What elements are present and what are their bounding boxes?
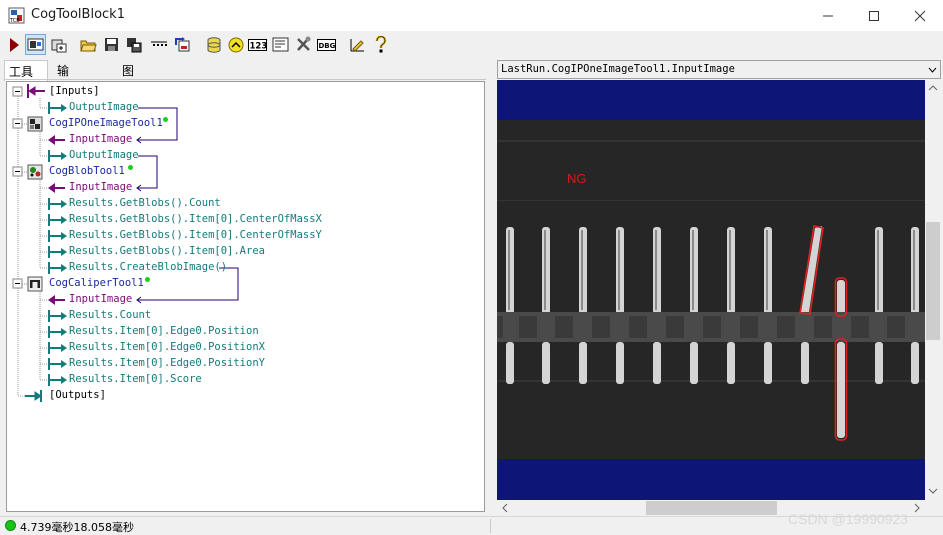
tool-status-ok-icon [145,277,150,282]
minimize-button[interactable] [805,0,851,31]
tree-input-output-image[interactable]: OutputImage [69,101,139,114]
chevron-down-icon [928,67,936,73]
status-ok-icon [5,520,16,531]
image-source-selector[interactable]: LastRun.CogIPOneImageTool1.InputImage [497,60,941,79]
tab-tools[interactable]: 工具 [4,60,48,81]
image-display[interactable]: NG [497,80,925,500]
save-button[interactable] [101,34,122,55]
open-button[interactable] [78,34,99,55]
toolbar: 123 DBG [0,31,943,58]
tree-blob-output[interactable]: Results.GetBlobs().Item[0].CenterOfMassX [69,213,322,226]
save-copy-icon [126,37,141,52]
database-button[interactable] [203,34,224,55]
debug-button[interactable]: DBG [316,34,337,55]
inspection-image: NG [497,120,925,459]
tree-inputs[interactable]: [Inputs] [49,85,100,98]
tree-caliper-input[interactable]: InputImage [69,293,132,306]
status-divider [490,519,491,533]
maximize-button[interactable] [851,0,897,31]
links-icon [228,37,243,52]
tree-caliper-output[interactable]: Results.Count [69,309,151,322]
debug-icon: DBG [317,38,336,51]
terminal-icon [150,41,167,46]
numeric-button[interactable]: 123 [247,34,268,55]
tree-caliper-output[interactable]: Results.Item[0].Edge0.PositionX [69,341,265,354]
verdict-label: NG [567,171,587,186]
image-source-label: LastRun.CogIPOneImageTool1.InputImage [501,63,735,75]
tree-tool-blob[interactable]: CogBlobTool1 [49,165,125,178]
tree-tool-ipone[interactable]: CogIPOneImageTool1 [49,117,163,130]
close-icon [914,10,926,21]
show-image-button[interactable] [25,34,46,55]
tree-caliper-output[interactable]: Results.Item[0].Score [69,373,202,386]
scroll-corner [925,500,941,516]
save-copy-button[interactable] [123,34,144,55]
settings-icon [272,37,289,52]
tree-ipone-input[interactable]: InputImage [69,133,132,146]
svg-text:TCB: TCB [9,18,20,24]
help-button[interactable] [370,34,391,55]
ipone-tool-icon [27,116,43,132]
tree-blob-input[interactable]: InputImage [69,181,132,194]
measure-icon [350,39,364,52]
caliper-tool-icon [27,276,43,292]
show-image-icon [27,38,44,51]
tree-tool-caliper[interactable]: CogCaliperTool1 [49,277,144,290]
tree-blob-output[interactable]: Results.CreateBlobImage() [69,261,227,274]
database-icon [207,36,220,53]
help-icon [375,36,386,53]
run-button[interactable] [3,34,24,55]
tool-status-ok-icon [128,165,133,170]
open-icon [80,40,97,52]
status-timing: 4.739毫秒18.058毫秒 [20,521,134,534]
add-tool-button[interactable] [48,34,69,55]
tree-ipone-output[interactable]: OutputImage [69,149,139,162]
reset-icon [175,36,190,51]
tool-block-window: TCB CogToolBlock1 123 DBG 工具 输 图 [Inputs… [0,0,943,534]
tree-blob-output[interactable]: Results.GetBlobs().Item[0].Area [69,245,265,258]
vertical-scrollbar[interactable] [925,80,941,500]
settings-button[interactable] [270,34,291,55]
vertical-scrollbar-graphic [926,85,940,494]
tab-divider [4,79,486,80]
numeric-icon: 123 [248,38,268,51]
window-title: CogToolBlock1 [31,7,125,22]
tab-input-output[interactable]: 输入/输出 [53,60,77,129]
tree-blob-output[interactable]: Results.GetBlobs().Count [69,197,221,210]
close-button[interactable] [897,0,943,31]
tool-tree[interactable]: [Inputs] OutputImage CogIPOneImageTool1 … [6,81,485,512]
title-bar: TCB CogToolBlock1 [0,0,943,31]
measure-button[interactable] [347,34,368,55]
app-icon: TCB [8,7,25,24]
dropdown-button[interactable] [924,61,940,78]
run-icon [9,37,19,52]
tree-blob-output[interactable]: Results.GetBlobs().Item[0].CenterOfMassY [69,229,322,242]
tools-button[interactable] [293,34,314,55]
add-tool-icon [51,39,66,52]
reset-button[interactable] [172,34,193,55]
tree-caliper-output[interactable]: Results.Item[0].Edge0.PositionY [69,357,265,370]
maximize-icon [869,10,879,21]
tab-graphics[interactable]: 图形 [118,60,138,95]
watermark: CSDN @19990923 [788,511,909,527]
tree-outputs[interactable]: [Outputs] [49,389,106,402]
debug-icon-label: DBG [319,42,336,50]
minimize-icon [823,15,833,16]
numeric-icon-label: 123 [250,41,268,51]
tools-icon [297,36,311,51]
links-button[interactable] [225,34,246,55]
blob-tool-icon [27,164,43,180]
tree-caliper-output[interactable]: Results.Item[0].Edge0.Position [69,325,259,338]
save-icon [105,38,118,51]
tool-status-ok-icon [163,117,168,122]
terminal-button[interactable] [148,34,169,55]
